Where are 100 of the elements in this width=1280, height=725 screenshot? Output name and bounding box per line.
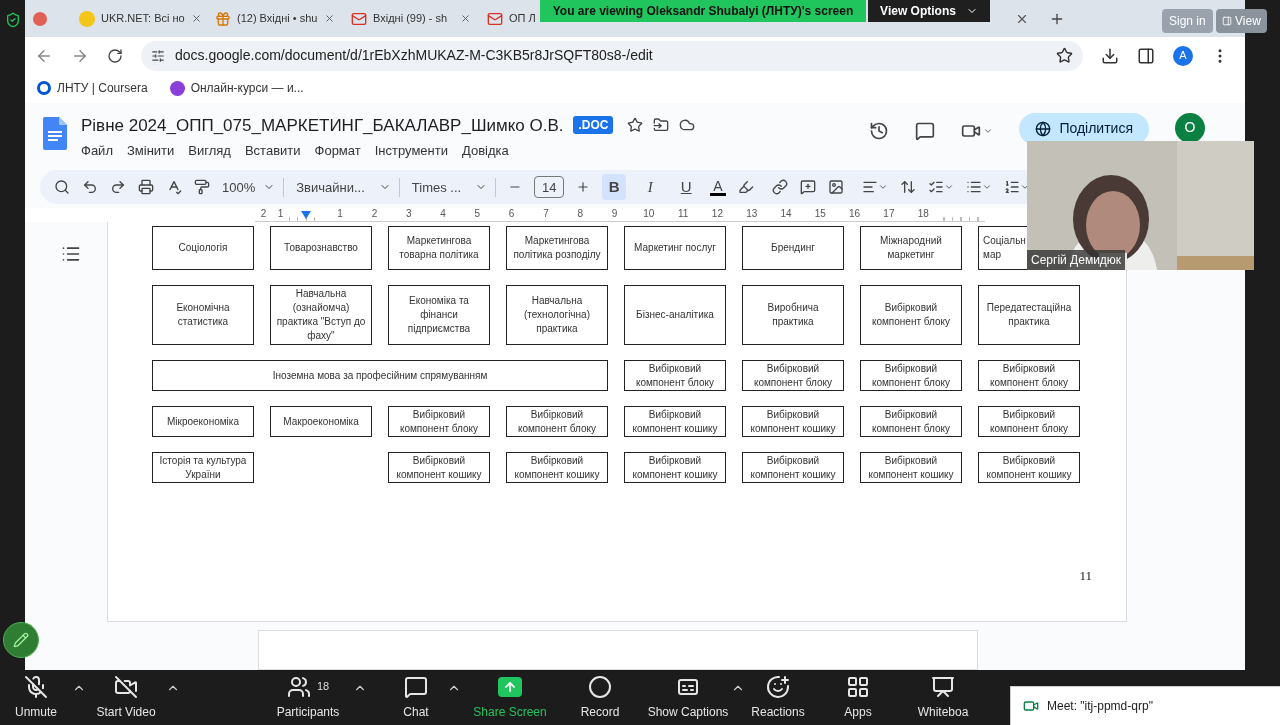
- course-box: Вибірковий компонент блоку: [388, 406, 490, 437]
- video-off-icon[interactable]: [113, 674, 139, 699]
- bookmark[interactable]: Онлайн-курси — и...: [169, 79, 304, 98]
- globe-icon[interactable]: [1035, 120, 1052, 137]
- menu-item[interactable]: Формат: [314, 141, 361, 161]
- indent-marker-icon[interactable]: [301, 211, 311, 219]
- comment-icon[interactable]: [915, 120, 936, 141]
- star-icon[interactable]: [627, 117, 644, 134]
- browser-tab[interactable]: Вхідні (99) - sh: [343, 3, 479, 34]
- account-avatar[interactable]: O: [1175, 112, 1205, 143]
- menu-item[interactable]: Вставити: [244, 141, 301, 161]
- zoom-dropdown[interactable]: 100%: [222, 177, 285, 198]
- close-icon[interactable]: [324, 13, 335, 25]
- whiteboard-icon[interactable]: [931, 674, 955, 699]
- reactions-icon[interactable]: [766, 674, 790, 699]
- text-color-button[interactable]: A: [710, 178, 726, 196]
- share-button[interactable]: Поділитися: [1019, 112, 1149, 145]
- outline-icon[interactable]: [61, 244, 81, 264]
- muted-microphone-icon[interactable]: [24, 674, 48, 699]
- browser-tab[interactable]: UKR.NET: Всі но: [71, 3, 207, 34]
- address-bar[interactable]: docs.google.com/document/d/1rEbXzhMUKAZ-M-C3KB5r8JrSQFT80s8-/edit: [141, 40, 1083, 71]
- site-icon: [79, 10, 95, 27]
- pencil-icon[interactable]: [13, 632, 29, 648]
- side-panel-icon[interactable]: [1137, 46, 1155, 65]
- format-toggle[interactable]: B: [602, 174, 627, 201]
- plus-icon[interactable]: [576, 180, 591, 195]
- highlighter-icon[interactable]: [737, 179, 754, 196]
- meeting-control[interactable]: Record: [559, 674, 641, 721]
- print-icon[interactable]: [138, 179, 154, 196]
- format-toggle[interactable]: U: [674, 174, 699, 201]
- course-box: Мікроекономіка: [152, 406, 254, 437]
- folder-icon[interactable]: [653, 117, 670, 134]
- shield-icon: [4, 12, 21, 28]
- course-box: Вибірковий компонент кошику: [624, 406, 726, 437]
- star-icon[interactable]: [1056, 47, 1073, 65]
- meeting-control[interactable]: Unmute: [0, 674, 72, 721]
- course-box: Соціологія: [152, 226, 254, 270]
- font-dropdown[interactable]: Times ...: [411, 177, 497, 198]
- add-comment-icon[interactable]: [799, 179, 816, 196]
- course-box: Вибірковий компонент блоку: [860, 285, 962, 345]
- meeting-control[interactable]: Chat: [385, 674, 447, 721]
- participant-name: Сергій Демидюк: [1027, 250, 1126, 270]
- meeting-control[interactable]: Whiteboa: [913, 674, 973, 721]
- document-title[interactable]: Рівне 2024_ОПП_075_МАРКЕТИНГ_БАКАЛАВР_Шимко О.В.: [81, 112, 564, 139]
- course-box: Товарознавство: [270, 226, 372, 270]
- close-icon[interactable]: [460, 13, 471, 25]
- course-box: Вибірковий компонент блоку: [742, 360, 844, 391]
- meeting-control[interactable]: Reactions: [745, 674, 811, 721]
- chat-icon[interactable]: [404, 674, 428, 699]
- bookmark-icon: [37, 81, 51, 96]
- course-box: Економіка та фінанси підприємства: [388, 285, 490, 345]
- meeting-control[interactable]: Apps: [833, 674, 883, 721]
- close-icon[interactable]: [190, 13, 202, 25]
- view-options-button[interactable]: View Options: [868, 0, 990, 22]
- course-box: Вибірковий компонент кошику: [742, 406, 844, 437]
- record-icon[interactable]: [588, 674, 612, 699]
- spellcheck-icon[interactable]: [166, 179, 182, 196]
- menu-item[interactable]: Файл: [81, 141, 113, 161]
- line-spacing-icon[interactable]: [899, 179, 916, 196]
- docs-logo-icon[interactable]: [43, 116, 67, 150]
- link-icon[interactable]: [771, 179, 788, 196]
- meeting-control[interactable]: Show Captions: [645, 674, 731, 721]
- course-box: Навчальна (технологічна) практика: [506, 285, 608, 345]
- menu-item[interactable]: Довідка: [461, 141, 509, 161]
- font-size-field[interactable]: 14: [534, 176, 565, 199]
- course-box: Вибірковий компонент блоку: [624, 360, 726, 391]
- ruler-number: 2: [357, 209, 392, 221]
- meet-popup[interactable]: Meet: "itj-ppmd-qrp": [1010, 686, 1280, 725]
- history-icon[interactable]: [869, 120, 890, 141]
- view-icon[interactable]: [1222, 16, 1232, 26]
- image-icon[interactable]: [827, 179, 844, 196]
- course-box: Передатестаційна практика: [978, 285, 1080, 345]
- share-screen-icon[interactable]: [498, 676, 522, 697]
- mail-icon: [351, 10, 367, 27]
- redo-icon[interactable]: [110, 179, 126, 196]
- menu-item[interactable]: Змінити: [126, 141, 175, 161]
- participants-icon[interactable]: [286, 674, 311, 699]
- format-toggle[interactable]: I: [638, 174, 663, 201]
- meeting-control[interactable]: 18 Participants: [263, 674, 353, 721]
- reload-icon[interactable]: [107, 47, 123, 64]
- course-box: Маркетингова товарна політика: [388, 226, 490, 270]
- search-icon[interactable]: [54, 179, 70, 196]
- apps-icon[interactable]: [846, 674, 870, 699]
- course-box: Вибірковий компонент кошику: [388, 452, 490, 483]
- course-box: Вибірковий компонент кошику: [624, 452, 726, 483]
- numbered-list-icon[interactable]: [1003, 179, 1020, 196]
- menu-item[interactable]: Інструменти: [374, 141, 448, 161]
- style-dropdown[interactable]: Звичайни...: [296, 177, 400, 198]
- meeting-control[interactable]: Share Screen: [465, 674, 555, 721]
- browser-tab[interactable]: (12) Вхідні • shu: [207, 3, 343, 34]
- download-icon[interactable]: [1101, 46, 1119, 65]
- menu-item[interactable]: Вигляд: [188, 141, 231, 161]
- site-settings-icon[interactable]: [151, 48, 165, 63]
- undo-icon[interactable]: [82, 179, 98, 196]
- profile-avatar[interactable]: A: [1173, 45, 1193, 66]
- course-box: Вибірковий компонент блоку: [860, 406, 962, 437]
- camera-icon: [1023, 698, 1039, 714]
- paint-format-icon[interactable]: [194, 179, 210, 196]
- meeting-control[interactable]: Start Video: [86, 674, 166, 721]
- bookmark[interactable]: ЛНТУ | Coursera: [37, 79, 148, 98]
